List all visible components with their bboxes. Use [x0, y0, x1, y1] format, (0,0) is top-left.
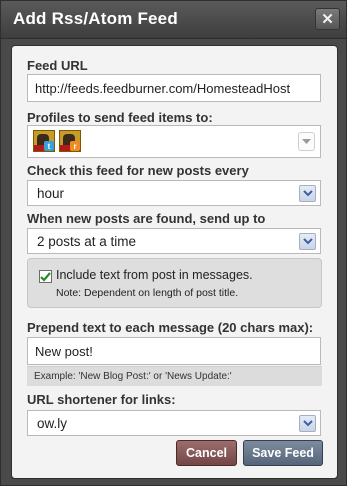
- prepend-label: Prepend text to each message (20 chars m…: [27, 320, 314, 335]
- url-shortener-label: URL shortener for links:: [27, 392, 176, 407]
- add-feed-dialog: Add Rss/Atom Feed ✕ Feed URL http://feed…: [0, 0, 347, 486]
- include-text-note: Note: Dependent on length of post title.: [56, 287, 239, 299]
- send-up-to-select[interactable]: 2 posts at a time: [27, 228, 321, 254]
- include-text-checkbox[interactable]: [39, 270, 52, 283]
- close-button[interactable]: ✕: [315, 8, 340, 30]
- twitter-icon: t: [44, 141, 54, 151]
- select-arrow[interactable]: [299, 185, 316, 202]
- feed-url-label: Feed URL: [27, 58, 88, 73]
- dialog-title: Add Rss/Atom Feed: [13, 9, 178, 28]
- check-frequency-select[interactable]: hour: [27, 180, 321, 206]
- save-feed-button[interactable]: Save Feed: [243, 440, 323, 466]
- profiles-selector[interactable]: t r: [27, 125, 321, 158]
- chevron-down-icon: [302, 238, 313, 245]
- form-panel: Feed URL http://feeds.feedburner.com/Hom…: [11, 45, 338, 479]
- profiles-label: Profiles to send feed items to:: [27, 110, 213, 125]
- feed-url-input[interactable]: http://feeds.feedburner.com/HomesteadHos…: [27, 74, 321, 102]
- select-arrow[interactable]: [299, 233, 316, 250]
- send-up-to-value: 2 posts at a time: [37, 234, 137, 249]
- dialog-titlebar: Add Rss/Atom Feed ✕: [1, 1, 346, 39]
- prepend-example: Example: 'New Blog Post:' or 'News Updat…: [27, 366, 322, 386]
- close-icon: ✕: [321, 11, 334, 28]
- chevron-down-icon: [302, 138, 311, 144]
- check-frequency-label: Check this feed for new posts every: [27, 163, 249, 178]
- check-frequency-value: hour: [37, 186, 65, 201]
- prepend-input[interactable]: New post!: [27, 337, 321, 365]
- url-shortener-select[interactable]: ow.ly: [27, 410, 321, 436]
- cancel-button[interactable]: Cancel: [176, 440, 237, 466]
- chevron-down-icon: [302, 420, 313, 427]
- checkmark-icon: [40, 271, 51, 282]
- chevron-down-icon: [302, 190, 313, 197]
- send-up-to-label: When new posts are found, send up to: [27, 211, 266, 226]
- select-arrow[interactable]: [299, 415, 316, 432]
- include-text-panel: Include text from post in messages. Note…: [27, 258, 322, 308]
- profile-avatar-twitter[interactable]: t: [33, 130, 55, 152]
- profile-avatar-rss[interactable]: r: [59, 130, 81, 152]
- rss-icon: r: [70, 141, 80, 151]
- profiles-dropdown-button[interactable]: [298, 132, 315, 151]
- url-shortener-value: ow.ly: [37, 416, 68, 431]
- include-text-label[interactable]: Include text from post in messages.: [56, 268, 253, 282]
